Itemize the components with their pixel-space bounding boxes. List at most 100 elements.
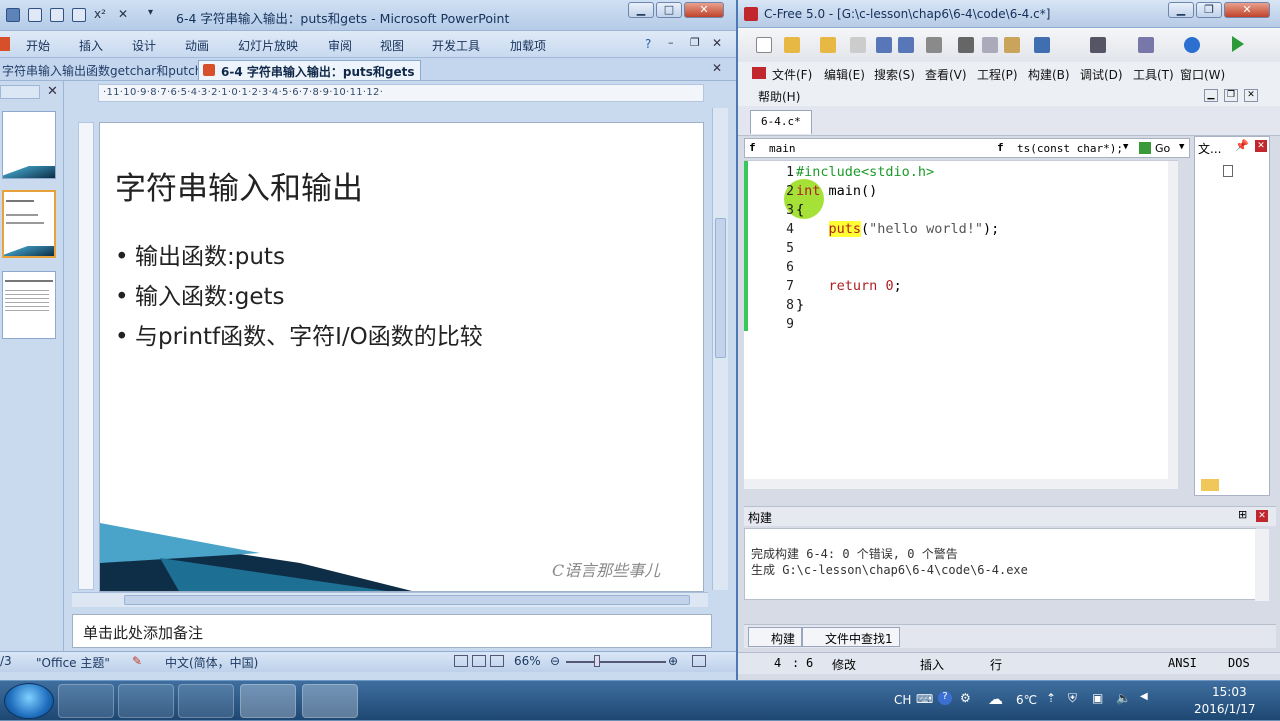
taskbar-app-explorer[interactable] (178, 684, 234, 718)
save-icon[interactable] (876, 37, 892, 53)
menu-file[interactable]: 文件(F) (772, 66, 812, 83)
mdi-restore-button[interactable]: ❐ (1224, 89, 1238, 102)
close-file-icon[interactable] (850, 37, 866, 53)
qat-dropdown-icon[interactable]: ▾ (148, 7, 153, 18)
menu-window[interactable]: 窗口(W) (1180, 66, 1225, 83)
doc-menu-icon[interactable] (752, 67, 766, 79)
paste-icon[interactable] (1004, 37, 1020, 53)
code-line[interactable]: return 0; (796, 278, 902, 294)
build-vscrollbar[interactable] (1255, 529, 1269, 601)
language-indicator[interactable]: 中文(简体，中国) (165, 654, 258, 671)
go-button[interactable]: Go (1155, 142, 1170, 155)
tab-slideshow[interactable]: 幻灯片放映 (238, 37, 298, 54)
bullet-item[interactable]: • 输入函数:gets (115, 277, 285, 311)
ime-indicator[interactable]: CH (894, 693, 911, 707)
help-icon[interactable] (1184, 37, 1200, 53)
doc-tab-puts-gets[interactable]: 6-4 字符串输入输出：puts和gets (198, 60, 422, 80)
taskbar-app-slides[interactable] (118, 684, 174, 718)
menu-help[interactable]: 帮助(H) (758, 88, 800, 105)
chevron-down-icon[interactable]: ▼ (1123, 142, 1128, 152)
zoom-level[interactable]: 66% (514, 654, 541, 668)
open-project-icon[interactable] (820, 37, 836, 53)
scope-select[interactable]: main (769, 142, 796, 155)
tab-developer[interactable]: 开发工具 (432, 37, 480, 54)
doc-tab-getchar[interactable]: 字符串输入输出函数getchar和putchar (0, 60, 221, 80)
cfree-restore-button[interactable]: ❐ (1196, 2, 1222, 18)
menu-tools[interactable]: 工具(T) (1133, 66, 1174, 83)
tab-find-in-files[interactable]: 文件中查找1 (802, 627, 900, 647)
volume-icon[interactable]: 🔈 (1116, 691, 1131, 705)
taskbar-app-powerpoint[interactable] (240, 684, 296, 718)
ribbon-restore-icon[interactable]: ❐ (690, 36, 700, 49)
copy-icon[interactable] (982, 37, 998, 53)
menu-project[interactable]: 工程(P) (977, 66, 1018, 83)
tab-insert[interactable]: 插入 (79, 37, 103, 54)
code-line[interactable]: int main() (796, 183, 877, 199)
outline-tab[interactable] (0, 85, 40, 99)
network-icon[interactable]: ▣ (1092, 691, 1103, 705)
help-icon[interactable]: ? (938, 691, 952, 705)
close-icon[interactable]: ✕ (1255, 140, 1267, 152)
slide-horizontal-scrollbar[interactable] (72, 592, 708, 607)
pin-icon[interactable]: 📌 (1235, 139, 1249, 152)
code-line[interactable]: #include<stdio.h> (796, 164, 934, 180)
cfree-minimize-button[interactable]: ▁ (1168, 2, 1194, 18)
function-select[interactable]: ts(const char*); (1017, 142, 1123, 155)
tab-design[interactable]: 设计 (132, 37, 156, 54)
folder-icon[interactable] (1201, 479, 1219, 491)
build-output[interactable]: 完成构建 6-4: 0 个错误, 0 个警告 生成 G:\c-lesson\ch… (744, 528, 1269, 601)
code-line[interactable]: { (796, 202, 804, 218)
slide-canvas[interactable]: 字符串输入和输出 • 输出函数:puts • 输入函数:gets • 与printf函… (99, 122, 704, 592)
notes-pane[interactable]: 单击此处添加备注 (72, 614, 712, 648)
zoom-slider-thumb[interactable] (594, 655, 600, 667)
menu-search[interactable]: 搜索(S) (874, 66, 915, 83)
pane-close-icon[interactable]: ✕ (47, 84, 58, 99)
tab-review[interactable]: 审阅 (328, 37, 352, 54)
save-all-icon[interactable] (898, 37, 914, 53)
maximize-button[interactable]: □ (656, 2, 682, 18)
print-icon[interactable] (926, 37, 942, 53)
menu-debug[interactable]: 调试(D) (1080, 66, 1123, 83)
weather-cloud-icon[interactable]: ☁ (988, 690, 1003, 708)
tab-addins[interactable]: 加载项 (510, 37, 546, 54)
menu-edit[interactable]: 编辑(E) (824, 66, 865, 83)
editor-vscrollbar[interactable] (1168, 161, 1178, 479)
mdi-close-button[interactable]: ✕ (1244, 89, 1258, 102)
tab-home[interactable]: 开始 (26, 37, 50, 54)
code-line[interactable]: puts("hello world!"); (796, 221, 999, 237)
side-panel-tab[interactable]: 文... (1198, 140, 1221, 157)
shield-icon[interactable]: ⛨ (1068, 691, 1077, 706)
clear-icon[interactable]: ✕ (118, 7, 128, 21)
tab-build[interactable]: 构建 (748, 627, 803, 647)
close-button[interactable]: ✕ (684, 2, 724, 18)
slideshow-view-icon[interactable] (490, 655, 504, 667)
slide-title[interactable]: 字符串输入和输出 (115, 163, 363, 208)
menu-view[interactable]: 查看(V) (925, 66, 967, 83)
open-folder-icon[interactable] (784, 37, 800, 53)
pin-icon[interactable]: ⊞ (1238, 508, 1247, 521)
redo-icon[interactable] (50, 8, 64, 22)
office-button-icon[interactable] (0, 37, 10, 51)
slide-vertical-scrollbar[interactable] (712, 108, 728, 590)
tab-view[interactable]: 视图 (380, 37, 404, 54)
tray-expand-icon[interactable]: ◀ (1140, 691, 1148, 702)
print-preview-icon[interactable] (72, 8, 86, 22)
file-tree-icon[interactable] (1223, 165, 1233, 177)
slide-thumbnail-2[interactable] (2, 190, 56, 258)
undo-icon[interactable] (1034, 37, 1050, 53)
run-icon[interactable] (1232, 36, 1244, 52)
tab-animation[interactable]: 动画 (185, 37, 209, 54)
ribbon-minimize-icon[interactable]: – (668, 36, 674, 49)
mdi-minimize-button[interactable]: ▁ (1204, 89, 1218, 102)
find-icon[interactable] (1090, 37, 1106, 53)
help-icon[interactable]: ? (645, 37, 651, 51)
editor-hscrollbar[interactable] (744, 479, 1178, 489)
cfree-app-icon[interactable] (744, 7, 758, 21)
normal-view-icon[interactable] (454, 655, 468, 667)
menu-build[interactable]: 构建(B) (1028, 66, 1070, 83)
bullet-item[interactable]: • 输出函数:puts (115, 237, 285, 271)
code-line[interactable]: } (796, 297, 804, 313)
zoom-out-icon[interactable]: ⊖ (550, 654, 560, 668)
close-icon[interactable]: ✕ (1256, 510, 1268, 522)
taskbar-app-cfree[interactable] (302, 684, 358, 718)
